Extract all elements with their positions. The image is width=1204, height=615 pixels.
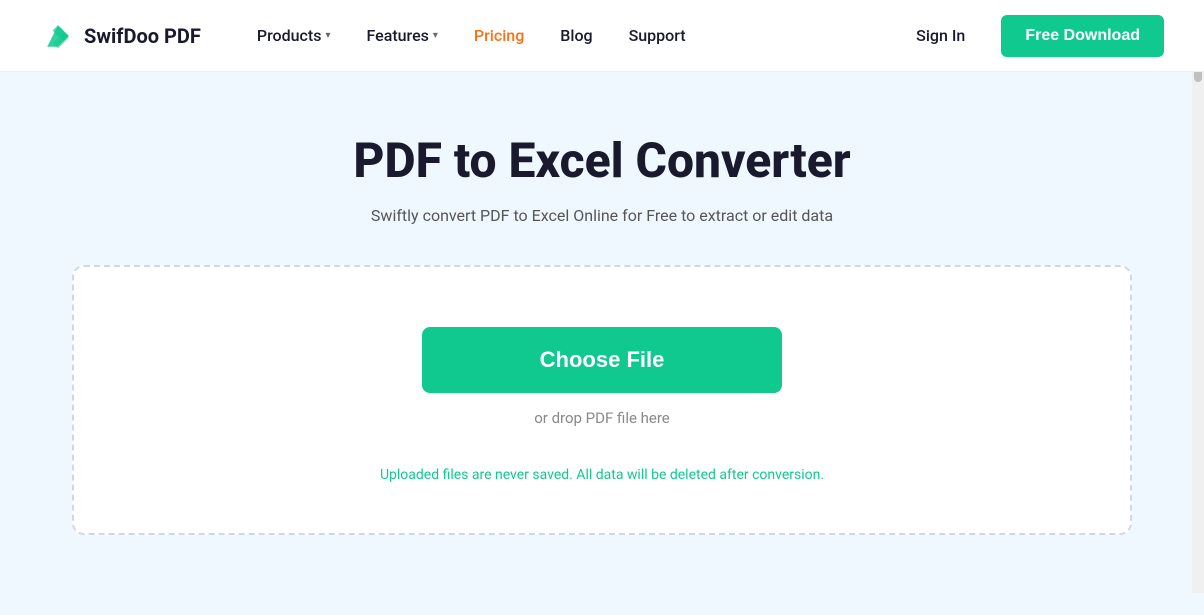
chevron-down-icon: ▾ [325,30,330,41]
upload-area[interactable]: Choose File or drop PDF file here Upload… [72,265,1132,535]
choose-file-button[interactable]: Choose File [422,327,782,393]
nav-item-products[interactable]: Products ▾ [241,18,347,53]
hero-subtitle: Swiftly convert PDF to Excel Online for … [40,206,1164,225]
scrollbar[interactable] [1192,0,1204,593]
header-actions: Sign In Free Download [900,15,1164,57]
sign-in-button[interactable]: Sign In [900,18,981,53]
header: SwifDoo PDF Products ▾ Features ▾ Pricin… [0,0,1204,72]
nav-item-support[interactable]: Support [613,18,702,53]
main-content: PDF to Excel Converter Swiftly convert P… [0,72,1204,615]
free-download-button[interactable]: Free Download [1001,15,1164,57]
logo-icon [40,18,76,54]
logo[interactable]: SwifDoo PDF [40,18,201,54]
hero-section: PDF to Excel Converter Swiftly convert P… [40,132,1164,225]
privacy-note: Uploaded files are never saved. All data… [380,467,824,483]
logo-text: SwifDoo PDF [84,24,201,48]
page-title: PDF to Excel Converter [40,132,1164,190]
nav-item-features[interactable]: Features ▾ [350,18,453,53]
chevron-down-icon: ▾ [433,30,438,41]
nav-item-pricing[interactable]: Pricing [458,18,540,53]
nav-item-blog[interactable]: Blog [544,18,608,53]
drop-text: or drop PDF file here [534,409,670,427]
main-nav: Products ▾ Features ▾ Pricing Blog Suppo… [241,18,900,53]
